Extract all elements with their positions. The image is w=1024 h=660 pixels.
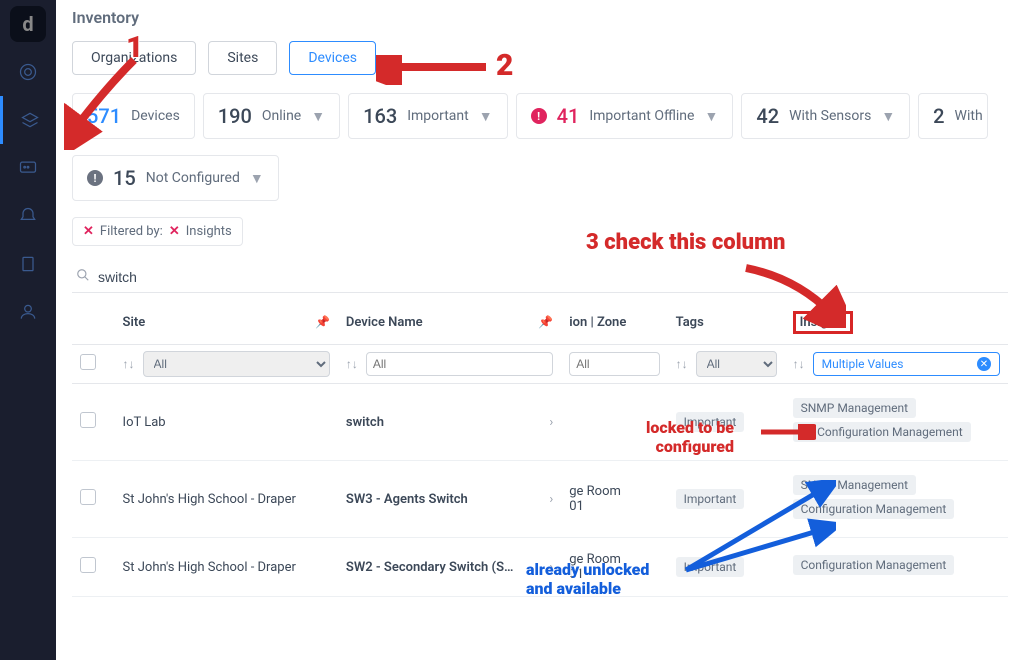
insights-filter-pill[interactable]: Multiple Values ✕ [813, 352, 1000, 376]
select-all-checkbox[interactable] [80, 354, 96, 370]
nav-monitor[interactable] [0, 144, 56, 192]
stat-with-sensors[interactable]: 42 With Sensors ▼ [741, 93, 910, 139]
close-icon[interactable]: ✕ [83, 224, 94, 239]
cell-device: SW2 - Secondary Switch (S… [346, 560, 514, 575]
table-row[interactable]: St John's High School - Draper SW2 - Sec… [72, 538, 1008, 597]
close-icon[interactable]: ✕ [169, 224, 180, 239]
tag-pill[interactable]: Important [676, 489, 745, 509]
sort-icon[interactable]: ↑↓ [346, 357, 358, 371]
zone-filter-input[interactable] [569, 352, 659, 376]
tab-organizations[interactable]: Organizations [72, 41, 196, 75]
tags-filter-select[interactable]: All [696, 351, 777, 377]
insight-pill-locked[interactable]: 🔒Configuration Management [793, 422, 971, 442]
tag-pill[interactable]: Important [676, 557, 745, 577]
search-box[interactable] [72, 262, 1008, 293]
devices-table: Site📌 Device Name📌 ion | Zone Tags Insig… [72, 301, 1008, 597]
search-input[interactable] [98, 269, 1004, 285]
stat-num: 190 [218, 104, 252, 128]
stat-label: Important [407, 108, 469, 124]
filter-chip-label: Insights [186, 224, 232, 239]
chevron-right-icon[interactable]: › [549, 492, 553, 507]
sort-icon[interactable]: ↑↓ [793, 357, 805, 371]
stats-row-2: ! 15 Not Configured ▼ [56, 147, 1024, 209]
nav-alerts[interactable] [0, 192, 56, 240]
nav-reports[interactable] [0, 240, 56, 288]
stat-num: 15 [113, 166, 136, 190]
stat-num: 163 [363, 104, 397, 128]
stat-label: Online [262, 108, 301, 124]
stat-num: 2 [933, 104, 944, 128]
search-icon [76, 268, 90, 286]
lock-icon: 🔒 [801, 427, 813, 438]
page-title: Inventory [56, 0, 1024, 31]
filter-icon[interactable]: ▼ [704, 108, 718, 125]
stat-label: Important Offline [589, 108, 694, 124]
insight-pill[interactable]: Configuration Management [793, 555, 955, 575]
stat-with-cut[interactable]: 2 With [918, 93, 988, 139]
filter-icon[interactable]: ▼ [479, 108, 493, 125]
cell-zone: ge Room01 [561, 538, 667, 597]
tag-pill[interactable]: Important [676, 412, 745, 432]
stat-online[interactable]: 190 Online ▼ [203, 93, 340, 139]
left-sidebar: d [0, 0, 56, 660]
col-header-site[interactable]: Site📌 [115, 301, 338, 345]
clear-filters-chip[interactable]: ✕ Filtered by: ✕ Insights [72, 217, 243, 246]
nav-inventory[interactable] [0, 96, 56, 144]
chevron-right-icon[interactable]: › [549, 560, 553, 575]
active-filters: ✕ Filtered by: ✕ Insights [56, 209, 1024, 254]
clear-icon[interactable]: ✕ [977, 357, 991, 371]
pin-icon[interactable]: 📌 [538, 315, 553, 329]
nav-dashboard[interactable] [0, 48, 56, 96]
table-row[interactable]: St John's High School - Draper SW3 - Age… [72, 461, 1008, 538]
stat-important-offline[interactable]: ! 41 Important Offline ▼ [516, 93, 734, 139]
tab-sites[interactable]: Sites [208, 41, 277, 75]
stat-num: 41 [557, 104, 580, 128]
stat-label: With [955, 108, 983, 124]
stat-num: 571 [87, 104, 121, 128]
filtered-by-label: Filtered by: [100, 224, 163, 239]
cell-zone [561, 384, 667, 461]
row-checkbox[interactable] [80, 557, 96, 573]
nav-account[interactable] [0, 288, 56, 336]
warning-icon: ! [531, 108, 547, 124]
sort-icon[interactable]: ↑↓ [123, 357, 135, 371]
stat-num: 42 [756, 104, 779, 128]
stats-row: 571 Devices 190 Online ▼ 163 Important ▼… [56, 85, 1024, 147]
app-logo[interactable]: d [0, 0, 56, 48]
table-row[interactable]: IoT Lab switch › Important SNMP Manageme… [72, 384, 1008, 461]
stat-label: With Sensors [789, 108, 871, 124]
cell-site: St John's High School - Draper [115, 538, 338, 597]
row-checkbox[interactable] [80, 489, 96, 505]
stat-not-configured[interactable]: ! 15 Not Configured ▼ [72, 155, 279, 201]
insight-pill[interactable]: SNMP Management [793, 475, 916, 495]
filter-icon[interactable]: ▼ [311, 108, 325, 125]
chevron-right-icon[interactable]: › [549, 415, 553, 430]
info-icon: ! [87, 170, 103, 186]
col-header-tags[interactable]: Tags [668, 301, 785, 345]
tab-devices[interactable]: Devices [289, 41, 376, 75]
cell-site: IoT Lab [115, 384, 338, 461]
view-tabs: Organizations Sites Devices [56, 31, 1024, 85]
stat-label: Devices [131, 108, 180, 124]
cell-site: St John's High School - Draper [115, 461, 338, 538]
pin-icon[interactable]: 📌 [315, 315, 330, 329]
cell-device: switch [346, 415, 384, 430]
col-header-insights[interactable]: Insights [785, 301, 1008, 345]
cell-device: SW3 - Agents Switch [346, 492, 468, 507]
stat-important[interactable]: 163 Important ▼ [348, 93, 508, 139]
main-content: Inventory Organizations Sites Devices 57… [56, 0, 1024, 660]
insight-pill[interactable]: Configuration Management [793, 499, 955, 519]
site-filter-select[interactable]: All [143, 351, 330, 377]
stat-label: Not Configured [146, 170, 240, 186]
col-header-zone[interactable]: ion | Zone [561, 301, 667, 345]
device-filter-input[interactable] [366, 352, 553, 376]
filter-icon[interactable]: ▼ [881, 108, 895, 125]
filter-icon[interactable]: ▼ [250, 170, 264, 187]
insight-pill[interactable]: SNMP Management [793, 398, 916, 418]
sort-icon[interactable]: ↑↓ [676, 357, 688, 371]
col-header-device[interactable]: Device Name📌 [338, 301, 561, 345]
stat-devices[interactable]: 571 Devices [72, 93, 195, 139]
row-checkbox[interactable] [80, 412, 96, 428]
cell-zone: ge Room01 [561, 461, 667, 538]
